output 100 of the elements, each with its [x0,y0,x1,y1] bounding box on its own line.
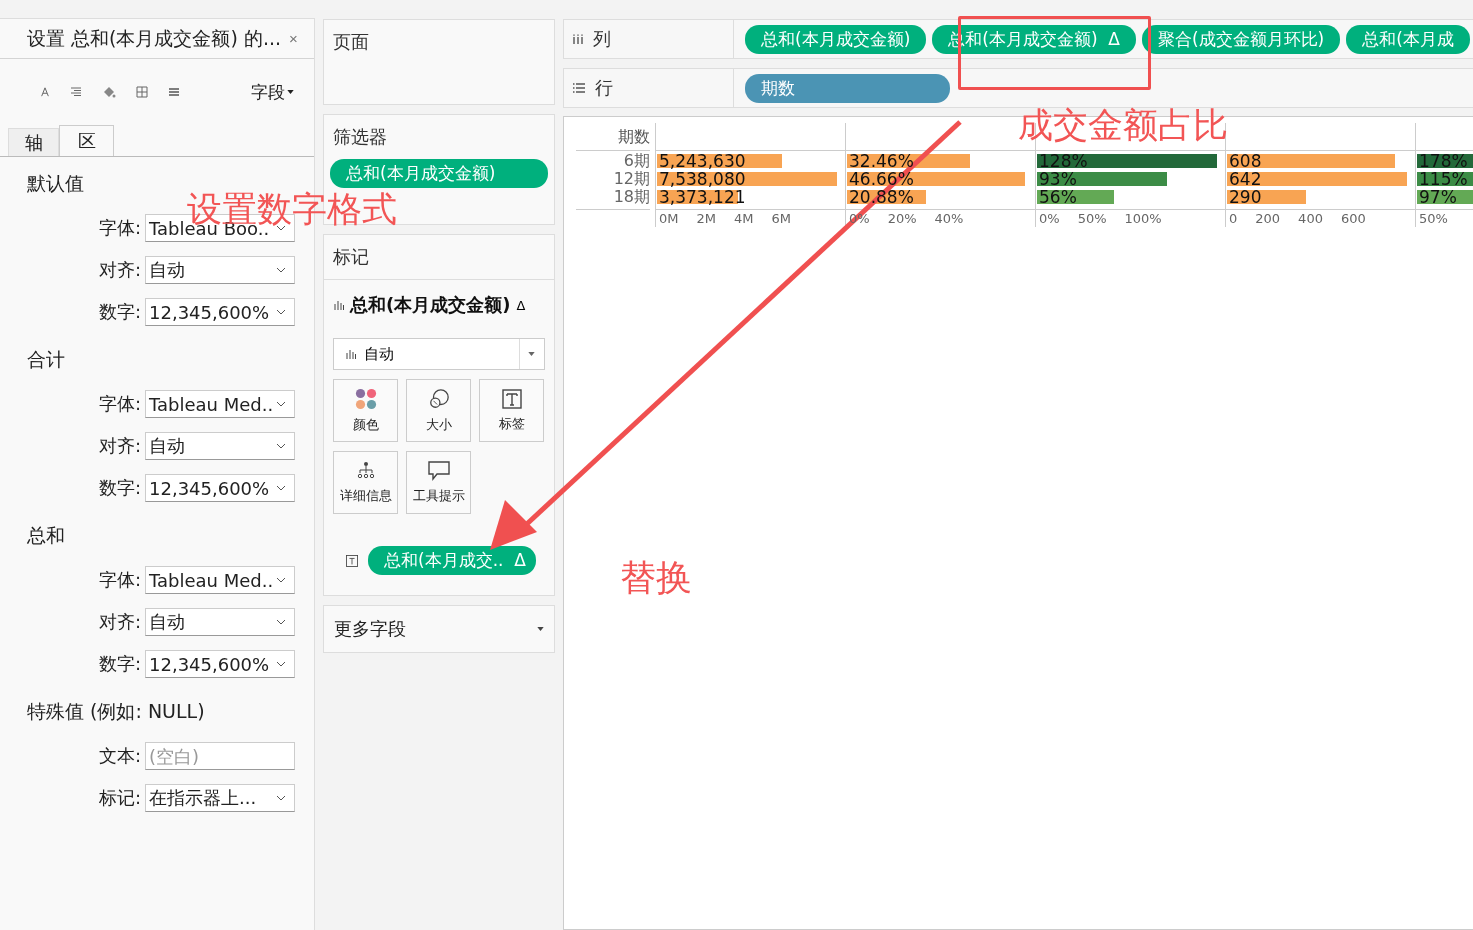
field-label: 对齐: [98,434,141,458]
axis-tick-label: 0M [659,211,679,226]
field-label: 字体: [98,216,141,240]
mark-card[interactable]: 工具提示 [406,451,471,514]
chevron-icon [276,443,286,449]
bar-value-label: 128% [1038,151,1088,171]
text-icon [346,554,358,567]
axis-tick-label: 20% [887,211,917,226]
bar-value-label: 290 [1228,187,1262,207]
field-label: 数字: [98,300,141,324]
fields-dropdown[interactable]: 字段 [251,80,294,104]
dropdown[interactable]: 自动 [145,432,295,460]
axis-tick-label: 40% [934,211,964,226]
axis-tick-label: 0% [1039,211,1060,226]
mark-card[interactable]: 颜色 [333,379,398,442]
rows-icon [573,83,585,93]
chevron-icon [276,619,286,625]
row-label: 6期 [623,152,650,170]
caret-icon [528,352,535,356]
tab[interactable]: 区 [59,125,114,156]
axis-tick-label: 600 [1340,211,1366,226]
dropdown[interactable]: 12,345,600% [145,474,295,502]
chevron-icon [276,225,286,231]
bar-value-label: 608 [1228,151,1262,171]
dropdown[interactable]: Tableau Med.. [145,390,295,418]
card-title: 页面 [332,30,370,54]
speech-bubble-icon [427,460,450,481]
bar-value-label: 56% [1038,187,1077,207]
paint-bucket-icon[interactable] [102,85,116,99]
bar-value-label: 46.66% [848,169,914,189]
card-title: 标记 [332,245,370,269]
bar-chart-icon [334,300,344,310]
chevron-icon [276,577,286,583]
field-label: 对齐: [98,610,141,634]
card-title: 筛选器 [332,125,388,149]
dropdown[interactable]: 12,345,600% [145,650,295,678]
section-heading: 合计 [27,347,65,372]
field-label: 数字: [98,476,141,500]
dropdown[interactable]: 自动 [145,608,295,636]
caret-icon [287,90,294,94]
hierarchy-icon [355,460,376,481]
field-label: 标记: [98,786,141,810]
bar-value-label: 642 [1228,169,1262,189]
dropdown[interactable]: Tableau Med.. [145,566,295,594]
columns-icon [573,34,583,44]
more-fields-dropdown[interactable]: 更多字段 [323,605,555,653]
chevron-icon [276,267,286,273]
axis-tick-label: 50% [1077,211,1107,226]
mark-card[interactable]: 详细信息 [333,451,398,514]
dropdown[interactable]: 在指示器上... [145,784,295,812]
close-button[interactable]: × [287,30,300,47]
dropdown[interactable]: 自动 [145,256,295,284]
bar-value-label: 97% [1418,187,1457,207]
row-label: 18期 [613,188,650,206]
panel-title: 设置 总和(本月成交金额) 的... [27,25,282,51]
tab[interactable]: 轴 [8,128,59,156]
chevron-icon [276,401,286,407]
field-label: 文本: [98,744,141,768]
color-dots-icon [354,387,377,410]
bar-chart-icon [346,349,356,359]
axis-tick-label: 0 [1229,211,1238,226]
field-label: 字体: [98,568,141,592]
text-field[interactable]: (空白) [145,742,295,770]
bar-value-label: 32.46% [848,151,914,171]
bar-value-label: 20.88% [848,187,914,207]
bar-value-label: 5,243,630 [658,151,746,171]
delta-mark: Δ [516,297,526,313]
mark-type-dropdown[interactable]: 自动 [333,338,545,370]
field-label: 字体: [98,392,141,416]
annotation-text: 替换 [620,560,692,596]
bar-value-label: 7,538,080 [658,169,746,189]
mark-card[interactable]: 标签 [479,379,544,442]
axis-tick-label: 100% [1124,211,1162,226]
annotation-text: 成交金额占比 [1018,108,1228,143]
text-icon [501,388,522,409]
mark-card[interactable]: 大小 [406,379,471,442]
alignment-icon[interactable] [70,86,82,98]
axis-tick-label: 2M [696,211,716,226]
font-icon[interactable] [40,87,50,97]
bar-value-label: 178% [1418,151,1468,171]
row-label: 12期 [613,170,650,188]
lines-icon[interactable] [168,86,180,98]
shelf-label: 列 [593,27,611,51]
chevron-icon [276,309,286,315]
section-heading: 默认值 [27,171,84,196]
dropdown[interactable]: 12,345,600% [145,298,295,326]
axis-tick-label: 200 [1255,211,1281,226]
bar-value-label: 115% [1418,169,1468,189]
chevron-icon [276,661,286,667]
field-label: 对齐: [98,258,141,282]
axis-tick-label: 4M [734,211,754,226]
chevron-icon [276,795,286,801]
section-heading: 总和 [27,523,65,548]
axis-tick-label: 50% [1419,211,1448,226]
field-label: 数字: [98,652,141,676]
marks-field-title: 总和(本月成交金额) [350,293,511,317]
row-header: 期数 [618,126,650,148]
axis-tick-label: 400 [1298,211,1323,226]
caret-icon [537,627,544,631]
borders-icon[interactable] [136,86,148,98]
